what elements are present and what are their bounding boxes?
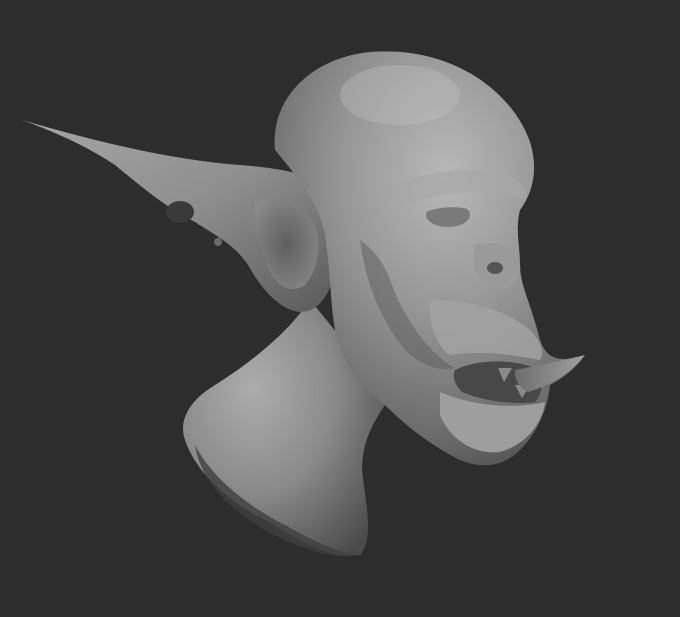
sculpt-viewport[interactable] (0, 0, 680, 617)
ear-piercing (214, 238, 222, 246)
skull-highlight (340, 65, 460, 125)
nostril (487, 262, 503, 274)
goblin-sculpt-render (22, 51, 585, 557)
ear-notch (166, 201, 194, 223)
